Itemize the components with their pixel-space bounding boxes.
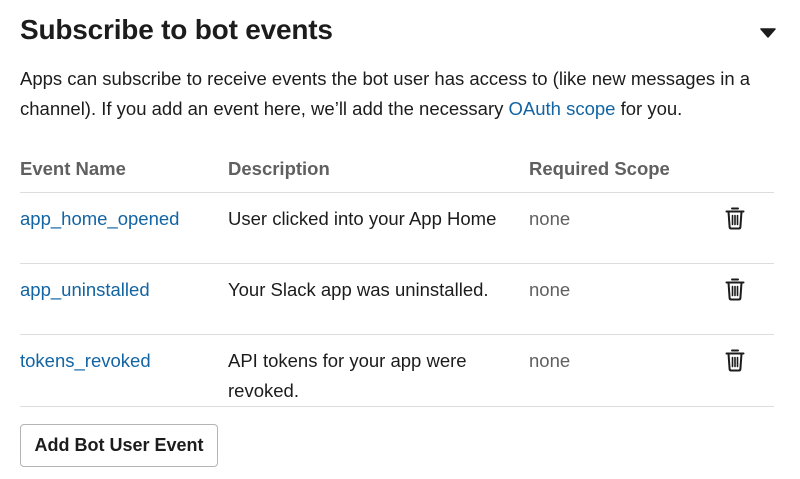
bot-events-table: Event Name Description Required Scope ap… bbox=[20, 158, 774, 407]
event-scope: none bbox=[529, 192, 714, 264]
section-description: Apps can subscribe to receive events the… bbox=[20, 64, 780, 124]
delete-event-button[interactable] bbox=[725, 277, 747, 303]
table-row: tokens_revoked API tokens for your app w… bbox=[20, 334, 774, 407]
section-title: Subscribe to bot events bbox=[20, 14, 333, 45]
column-header-event-name: Event Name bbox=[20, 158, 228, 193]
table-row: app_home_opened User clicked into your A… bbox=[20, 192, 774, 264]
event-name-link[interactable]: tokens_revoked bbox=[20, 350, 151, 371]
collapse-toggle[interactable] bbox=[756, 22, 780, 44]
column-header-actions bbox=[714, 158, 774, 193]
caret-down-icon bbox=[760, 28, 776, 38]
event-scope: none bbox=[529, 334, 714, 407]
trash-icon bbox=[725, 207, 745, 230]
table-header-row: Event Name Description Required Scope bbox=[20, 158, 774, 193]
table-row: app_uninstalled Your Slack app was unins… bbox=[20, 263, 774, 335]
event-description: API tokens for your app were revoked. bbox=[228, 334, 529, 407]
column-header-required-scope: Required Scope bbox=[529, 158, 714, 193]
event-scope: none bbox=[529, 263, 714, 335]
trash-icon bbox=[725, 278, 745, 301]
event-name-link[interactable]: app_uninstalled bbox=[20, 279, 150, 300]
delete-event-button[interactable] bbox=[725, 206, 747, 232]
event-name-link[interactable]: app_home_opened bbox=[20, 208, 179, 229]
section-header: Subscribe to bot events bbox=[20, 0, 776, 64]
column-header-description: Description bbox=[228, 158, 529, 193]
delete-event-button[interactable] bbox=[725, 348, 747, 374]
intro-text-end: for you. bbox=[615, 98, 683, 119]
oauth-scope-link[interactable]: OAuth scope bbox=[509, 98, 616, 119]
event-description: User clicked into your App Home bbox=[228, 192, 529, 264]
event-description: Your Slack app was uninstalled. bbox=[228, 263, 529, 335]
add-bot-user-event-button[interactable]: Add Bot User Event bbox=[20, 424, 218, 467]
trash-icon bbox=[725, 349, 745, 372]
bot-events-section: Subscribe to bot events Apps can subscri… bbox=[20, 0, 776, 467]
